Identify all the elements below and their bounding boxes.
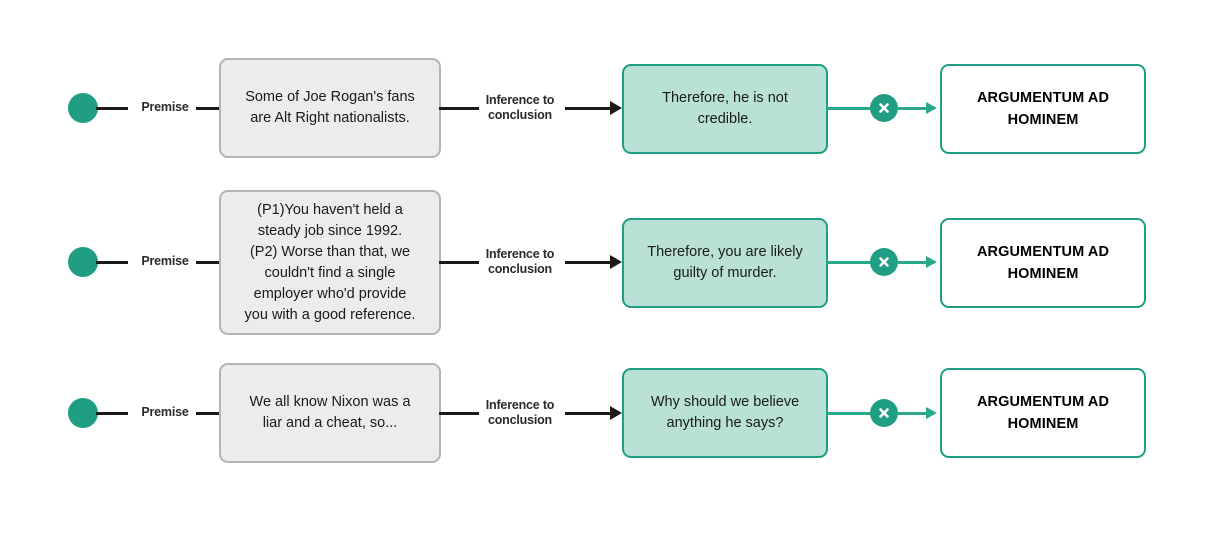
premise-box[interactable]: We all know Nixon was a liar and a cheat… (219, 363, 441, 463)
x-circle-icon (870, 399, 898, 427)
conclusion-box[interactable]: Therefore, you are likely guilty of murd… (622, 218, 828, 308)
fallacy-label: ARGUMENTUM AD HOMINEM (976, 244, 1110, 282)
inference-arrowhead (610, 101, 622, 115)
x-circle-icon (870, 248, 898, 276)
fallacy-connector-right (897, 107, 927, 110)
inference-connector-right (565, 261, 613, 264)
premise-box[interactable]: Some of Joe Rogan's fans are Alt Right n… (219, 58, 441, 158)
start-node-circle (68, 93, 98, 123)
fallacy-label: ARGUMENTUM AD HOMINEM (976, 394, 1110, 432)
conclusion-box[interactable]: Why should we believe anything he says? (622, 368, 828, 458)
conclusion-text: Why should we believe anything he says? (650, 394, 800, 431)
inference-connector-right (565, 107, 613, 110)
fallacy-box[interactable]: ARGUMENTUM AD HOMINEM (940, 218, 1146, 308)
fallacy-connector-right (897, 412, 927, 415)
fallacy-connector-left (827, 412, 872, 415)
inference-connector-right (565, 412, 613, 415)
premise-text: Some of Joe Rogan's fans are Alt Right n… (245, 89, 415, 126)
argument-row: Premise Some of Joe Rogan's fans are Alt… (0, 58, 1225, 158)
edge-label-inference: Inference to conclusion (485, 93, 555, 122)
fallacy-arrowhead (926, 102, 937, 114)
conclusion-box[interactable]: Therefore, he is not credible. (622, 64, 828, 154)
conclusion-text: Therefore, he is not credible. (662, 90, 788, 127)
fallacy-label: ARGUMENTUM AD HOMINEM (976, 90, 1110, 128)
edge-label-premise: Premise (128, 100, 202, 115)
argument-row: Premise (P1)You haven't held a steady jo… (0, 190, 1225, 335)
conclusion-text: Therefore, you are likely guilty of murd… (647, 244, 803, 281)
fallacy-connector-right (897, 261, 927, 264)
inference-arrowhead (610, 255, 622, 269)
premise-text: (P1)You haven't held a steady job since … (244, 201, 416, 323)
premise-box[interactable]: (P1)You haven't held a steady job since … (219, 190, 441, 335)
inference-arrowhead (610, 406, 622, 420)
start-node-circle (68, 398, 98, 428)
start-node-circle (68, 247, 98, 277)
edge-label-inference: Inference to conclusion (485, 247, 555, 276)
argument-row: Premise We all know Nixon was a liar and… (0, 363, 1225, 463)
x-circle-icon (870, 94, 898, 122)
diagram-canvas: Premise Some of Joe Rogan's fans are Alt… (0, 0, 1225, 537)
edge-label-premise: Premise (128, 254, 202, 269)
fallacy-arrowhead (926, 256, 937, 268)
fallacy-box[interactable]: ARGUMENTUM AD HOMINEM (940, 368, 1146, 458)
fallacy-connector-left (827, 261, 872, 264)
edge-label-premise: Premise (128, 405, 202, 420)
fallacy-box[interactable]: ARGUMENTUM AD HOMINEM (940, 64, 1146, 154)
premise-text: We all know Nixon was a liar and a cheat… (249, 394, 411, 431)
edge-label-inference: Inference to conclusion (485, 398, 555, 427)
fallacy-connector-left (827, 107, 872, 110)
fallacy-arrowhead (926, 407, 937, 419)
